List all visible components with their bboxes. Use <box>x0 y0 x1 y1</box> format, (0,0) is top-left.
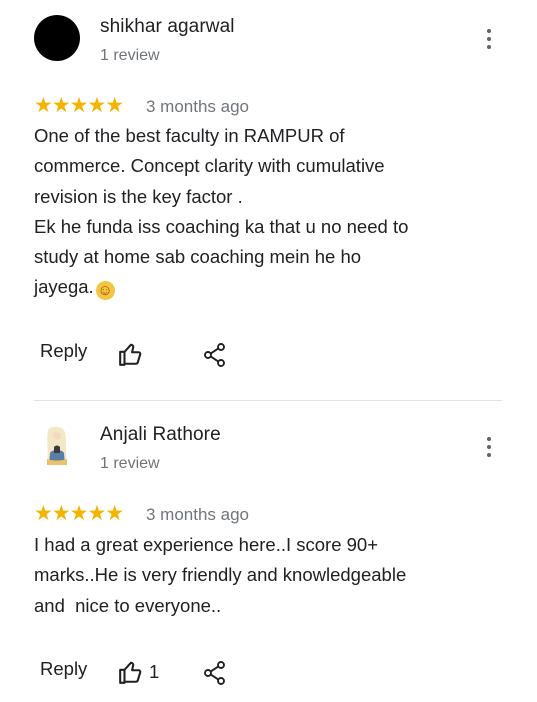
reply-button[interactable]: Reply <box>40 340 87 362</box>
review-count: 1 review <box>100 455 160 472</box>
smiling-face-emoji: ☺ <box>95 281 115 301</box>
divider <box>34 400 502 401</box>
avatar[interactable] <box>34 423 80 469</box>
review-time: 3 months ago <box>146 97 250 116</box>
review-text-body: One of the best faculty in RAMPUR of com… <box>34 125 409 298</box>
reply-button[interactable]: Reply <box>40 658 87 680</box>
more-options-icon[interactable] <box>477 25 501 55</box>
more-options-icon[interactable] <box>477 433 501 463</box>
avatar[interactable] <box>34 15 80 61</box>
reviewer-name[interactable]: shikhar agarwal <box>100 16 235 38</box>
review-text: I had a great experience here..I score 9… <box>34 534 407 616</box>
thumb-up-icon[interactable] <box>118 659 144 685</box>
review-time: 3 months ago <box>146 505 250 524</box>
reviewer-name[interactable]: Anjali Rathore <box>100 424 221 446</box>
like-count: 1 <box>149 661 160 682</box>
star-rating: ★★★★★ <box>34 94 124 117</box>
review-text: One of the best faculty in RAMPUR of com… <box>34 121 504 303</box>
star-rating: ★★★★★ <box>34 502 124 525</box>
avatar-illustration <box>47 426 67 465</box>
share-icon[interactable] <box>203 342 227 368</box>
share-icon[interactable] <box>203 660 227 686</box>
review-count: 1 review <box>100 47 160 64</box>
thumb-up-icon[interactable] <box>118 341 144 367</box>
